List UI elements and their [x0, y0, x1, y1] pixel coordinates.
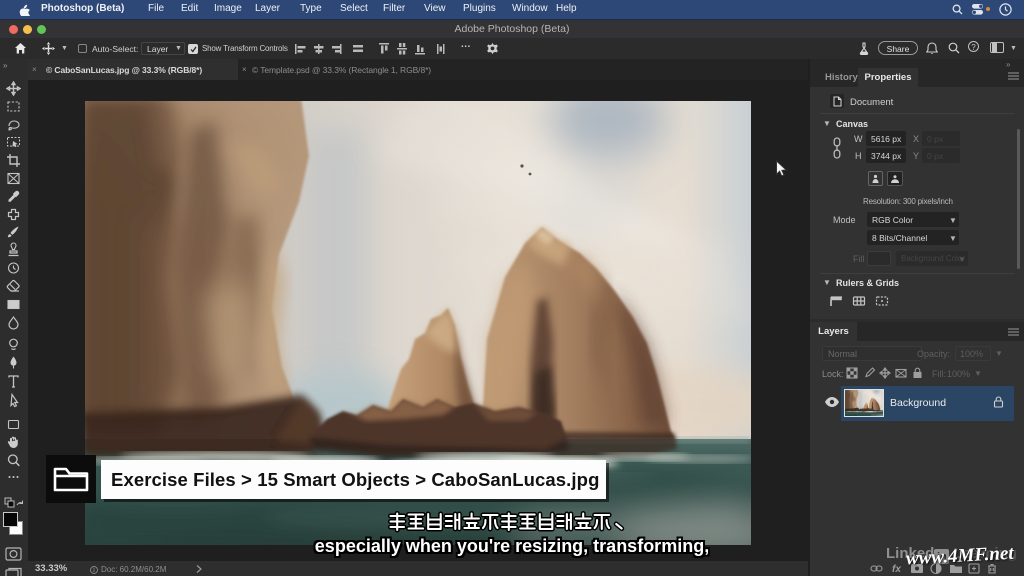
svg-text:fx: fx — [892, 564, 901, 575]
